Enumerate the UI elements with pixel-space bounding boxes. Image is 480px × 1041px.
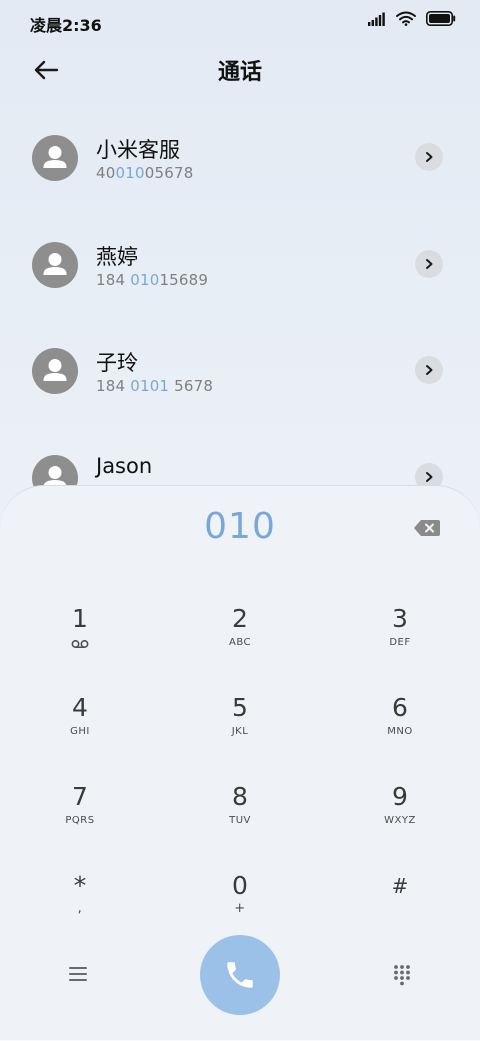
key-4[interactable]: 4 GHI — [20, 693, 140, 773]
key-letters: JKL — [231, 726, 249, 737]
key-digit: * — [73, 871, 87, 900]
key-letters: GHI — [70, 726, 90, 737]
number-part: 40 — [96, 164, 116, 182]
key-7[interactable]: 7 PQRS — [20, 782, 140, 862]
number-part: 5678 — [169, 377, 214, 395]
person-icon — [43, 146, 67, 168]
status-bar: 凌晨2:36 — [0, 0, 480, 44]
chevron-right-icon — [426, 472, 433, 482]
key-letters: + — [234, 901, 246, 916]
key-hash[interactable]: # — [340, 871, 460, 951]
phone-icon — [227, 962, 253, 988]
key-digit: 4 — [72, 693, 88, 722]
key-letters: WXYZ — [384, 815, 416, 826]
key-6[interactable]: 6 MNO — [340, 693, 460, 773]
menu-button[interactable] — [66, 964, 90, 984]
chevron-right-icon — [426, 152, 433, 162]
key-digit: 2 — [232, 604, 248, 633]
contact-name: 燕婷 — [96, 245, 138, 269]
key-digit: 7 — [72, 782, 88, 811]
backspace-button[interactable] — [413, 518, 441, 538]
backspace-icon — [414, 520, 440, 536]
contact-detail-button[interactable] — [415, 143, 443, 171]
contact-name: 子玲 — [96, 351, 138, 375]
key-1[interactable]: 1 — [20, 604, 140, 684]
number-match: 0101 — [130, 377, 170, 395]
contact-number: 184 01015689 — [96, 271, 208, 289]
contact-detail-button[interactable] — [415, 356, 443, 384]
contact-row[interactable]: 燕婷 184 01015689 — [0, 207, 480, 307]
key-9[interactable]: 9 WXYZ — [340, 782, 460, 862]
chevron-right-icon — [426, 259, 433, 269]
menu-icon — [69, 967, 87, 981]
avatar — [32, 242, 78, 288]
key-letters: , — [77, 901, 83, 916]
person-icon — [43, 359, 67, 381]
key-2[interactable]: 2 ABC — [180, 604, 300, 684]
contact-number: 4001005678 — [96, 164, 193, 182]
key-letters: PQRS — [65, 815, 95, 826]
key-digit: 0 — [232, 871, 248, 900]
contact-row[interactable]: 小米客服 4001005678 — [0, 100, 480, 200]
number-part: 05678 — [144, 164, 194, 182]
key-digit: # — [391, 874, 409, 898]
avatar — [32, 135, 78, 181]
number-match: 010 — [115, 164, 145, 182]
key-3[interactable]: 3 DEF — [340, 604, 460, 684]
key-digit: 9 — [392, 782, 408, 811]
key-letters: TUV — [229, 815, 251, 826]
key-letters: DEF — [389, 637, 411, 648]
key-digit: 5 — [232, 693, 248, 722]
contact-number: 184 0101 5678 — [96, 377, 213, 395]
header: 通话 — [0, 44, 480, 100]
contact-name: Jason — [96, 454, 153, 478]
dial-panel: 010 1 2 ABC 3 DEF 4 GHI 5 JKL 6 MNO 7 PQ… — [0, 485, 480, 1041]
status-time: 凌晨2:36 — [30, 16, 102, 35]
contact-detail-button[interactable] — [415, 250, 443, 278]
key-8[interactable]: 8 TUV — [180, 782, 300, 862]
page-title: 通话 — [217, 60, 262, 85]
number-part: 184 — [96, 271, 131, 289]
person-icon — [43, 253, 67, 275]
number-match: 010 — [130, 271, 160, 289]
key-letters: MNO — [387, 726, 413, 737]
chevron-right-icon — [426, 365, 433, 375]
avatar — [32, 348, 78, 394]
dialpad-icon — [394, 965, 410, 986]
number-part: 184 — [96, 377, 131, 395]
status-icons — [368, 11, 456, 26]
contact-row[interactable]: 子玲 184 0101 5678 — [0, 313, 480, 413]
key-5[interactable]: 5 JKL — [180, 693, 300, 773]
call-button[interactable] — [200, 935, 280, 1015]
battery-icon — [426, 11, 456, 26]
key-digit: 1 — [72, 604, 88, 633]
wifi-icon — [396, 11, 416, 26]
key-star[interactable]: * , — [20, 871, 140, 951]
key-digit: 3 — [392, 604, 408, 633]
key-letters: ABC — [228, 637, 251, 648]
key-digit: 8 — [232, 782, 248, 811]
dialpad-toggle-button[interactable] — [392, 964, 412, 986]
number-part: 15689 — [159, 271, 209, 289]
signal-icon — [368, 12, 385, 26]
dial-input[interactable]: 010 — [0, 506, 480, 547]
contact-name: 小米客服 — [96, 138, 180, 162]
key-digit: 6 — [392, 693, 408, 722]
voicemail-icon — [71, 640, 89, 648]
